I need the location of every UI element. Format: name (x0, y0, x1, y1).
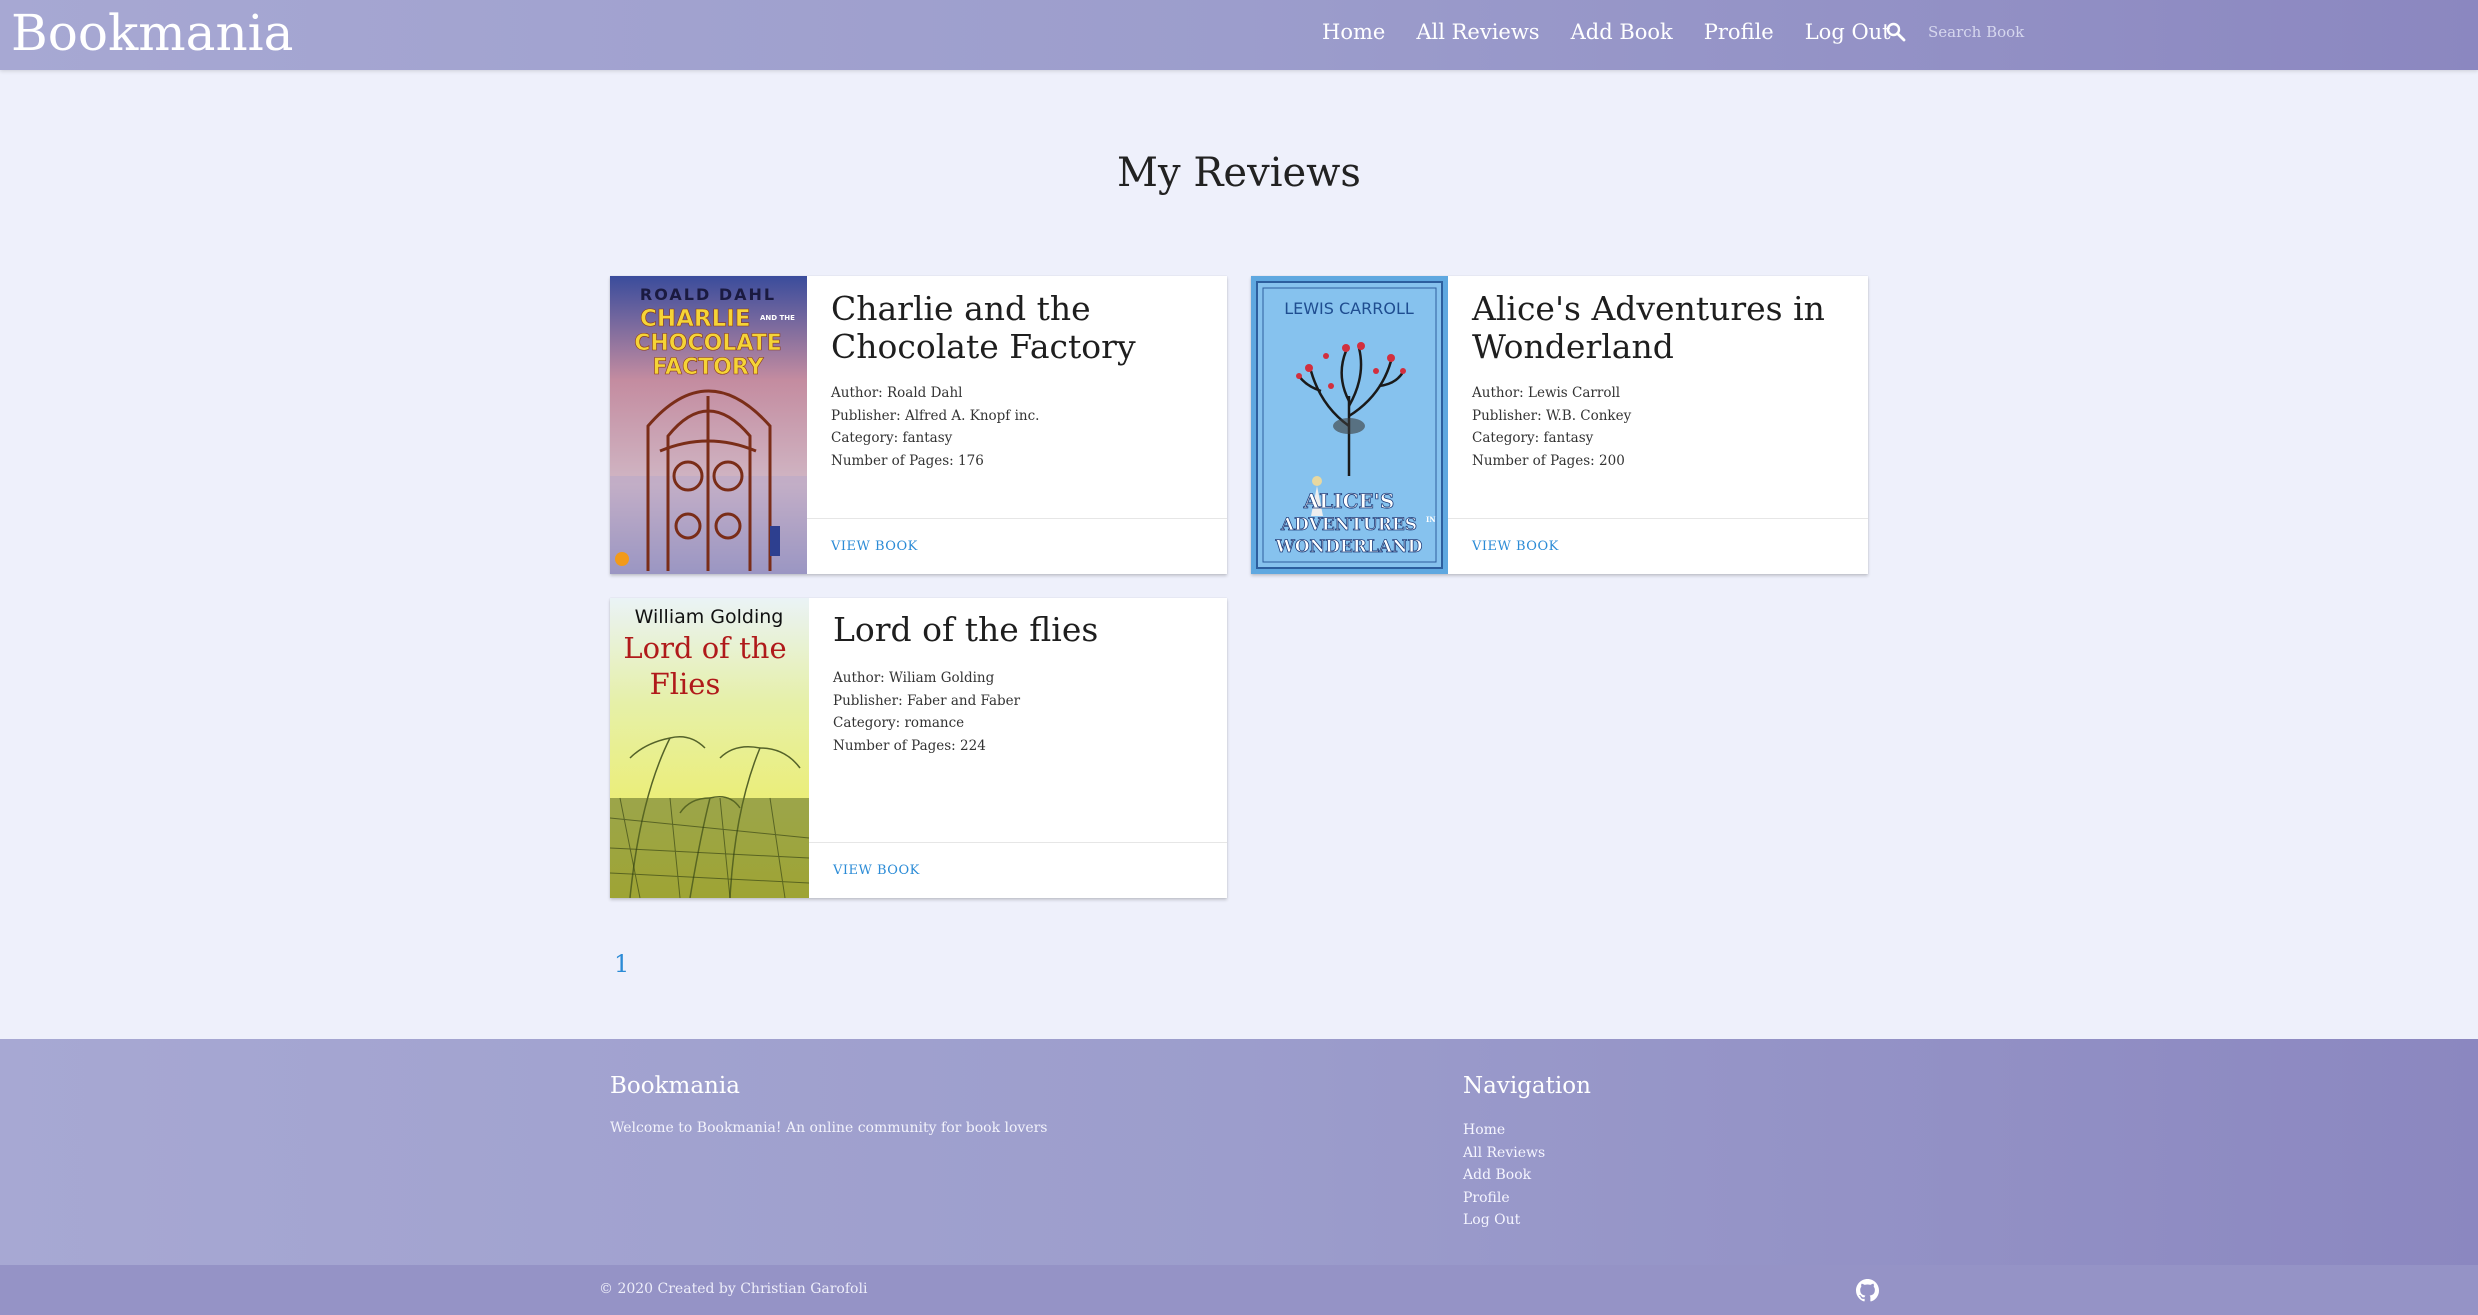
cover-author-text: ROALD DAHL (640, 285, 776, 304)
search-bar (1884, 20, 2080, 44)
view-book-link[interactable]: VIEW BOOK (1472, 539, 1559, 554)
cover-title-line: ALICE'S (1303, 489, 1395, 513)
footer-link-all-reviews[interactable]: All Reviews (1463, 1142, 1545, 1165)
card-content: Lord of the flies Author: Wiliam Golding… (809, 598, 1227, 898)
card-action-bar: VIEW BOOK (809, 842, 1227, 898)
footer-link-home[interactable]: Home (1463, 1119, 1545, 1142)
review-card: William Golding Lord of the Flies Lord o… (610, 598, 1227, 898)
book-title: Lord of the flies (833, 610, 1099, 649)
cover-title-line: WONDERLAND (1275, 537, 1423, 557)
nav-link-all-reviews[interactable]: All Reviews (1416, 0, 1539, 66)
book-meta: Author: Roald Dahl Publisher: Alfred A. … (831, 382, 1039, 472)
review-card: ROALD DAHL CHARLIE AND THE CHOCOLATE FAC… (610, 276, 1227, 574)
cover-title-line: Flies (650, 667, 721, 701)
nav-link-profile[interactable]: Profile (1704, 0, 1774, 66)
page-title: My Reviews (1117, 150, 1361, 196)
github-icon[interactable] (1856, 1279, 1879, 1302)
book-pages: Number of Pages: 200 (1472, 452, 1625, 469)
cover-small-text: AND THE (760, 314, 795, 322)
footer: Bookmania Welcome to Bookmania! An onlin… (0, 1039, 2478, 1265)
card-action-bar: VIEW BOOK (1448, 518, 1868, 574)
review-card: LEWIS CARROLL ALICE'S ADVENTURES IN WOND… (1251, 276, 1868, 574)
copyright-bar: © 2020 Created by Christian Garofoli (0, 1265, 2478, 1315)
book-cover-charlie[interactable]: ROALD DAHL CHARLIE AND THE CHOCOLATE FAC… (610, 276, 807, 574)
book-publisher: Publisher: W.B. Conkey (1472, 407, 1632, 424)
brand-logo[interactable]: Bookmania (11, 0, 293, 66)
nav-link-add-book[interactable]: Add Book (1571, 0, 1673, 66)
book-cover-lord-of-the-flies[interactable]: William Golding Lord of the Flies (610, 598, 809, 898)
footer-link-log-out[interactable]: Log Out (1463, 1209, 1545, 1232)
book-cover-image: LEWIS CARROLL ALICE'S ADVENTURES IN WOND… (1251, 276, 1448, 574)
book-author: Author: Wiliam Golding (833, 670, 995, 686)
book-publisher: Publisher: Faber and Faber (833, 692, 1021, 709)
footer-link-add-book[interactable]: Add Book (1463, 1164, 1545, 1187)
cover-title-line: ADVENTURES (1280, 515, 1417, 535)
footer-tagline: Welcome to Bookmania! An online communit… (610, 1120, 1048, 1136)
book-author: Author: Roald Dahl (831, 385, 963, 401)
nav-link-log-out[interactable]: Log Out (1805, 0, 1891, 66)
card-action-bar: VIEW BOOK (807, 518, 1227, 574)
footer-brand: Bookmania (610, 1073, 740, 1099)
search-icon[interactable] (1884, 20, 1908, 44)
nav-links: Home All Reviews Add Book Profile Log Ou… (1322, 0, 1922, 66)
cover-title-line: Lord of the (623, 631, 786, 665)
book-category: Category: fantasy (1472, 430, 1594, 446)
book-category: Category: romance (833, 715, 965, 731)
cover-author-text: LEWIS CARROLL (1284, 299, 1414, 318)
search-input[interactable] (1926, 22, 2080, 42)
book-title: Charlie and the Chocolate Factory (831, 289, 1136, 366)
book-cover-image: ROALD DAHL CHARLIE AND THE CHOCOLATE FAC… (610, 276, 807, 574)
card-content: Charlie and the Chocolate Factory Author… (807, 276, 1227, 574)
footer-links: Home All Reviews Add Book Profile Log Ou… (1463, 1119, 1545, 1232)
card-content: Alice's Adventures in Wonderland Author:… (1448, 276, 1868, 574)
book-cover-alice[interactable]: LEWIS CARROLL ALICE'S ADVENTURES IN WOND… (1251, 276, 1448, 574)
book-meta: Author: Wiliam Golding Publisher: Faber … (833, 667, 1020, 757)
book-title: Alice's Adventures in Wonderland (1472, 289, 1825, 366)
pagination-page-1[interactable]: 1 (614, 950, 629, 978)
book-meta: Author: Lewis Carroll Publisher: W.B. Co… (1472, 382, 1631, 472)
view-book-link[interactable]: VIEW BOOK (831, 539, 918, 554)
book-pages: Number of Pages: 176 (831, 452, 984, 469)
cover-author-text: William Golding (635, 606, 784, 628)
view-book-link[interactable]: VIEW BOOK (833, 863, 920, 878)
footer-nav-title: Navigation (1463, 1073, 1591, 1099)
cover-title-line: FACTORY (652, 355, 764, 380)
cover-title-line: CHARLIE (640, 306, 751, 332)
book-pages: Number of Pages: 224 (833, 737, 986, 754)
nav-link-home[interactable]: Home (1322, 0, 1385, 66)
copyright-text: © 2020 Created by Christian Garofoli (599, 1281, 868, 1297)
book-author: Author: Lewis Carroll (1472, 385, 1621, 401)
footer-link-profile[interactable]: Profile (1463, 1187, 1545, 1210)
book-category: Category: fantasy (831, 430, 953, 446)
book-cover-image: William Golding Lord of the Flies (610, 598, 809, 898)
cover-small-text: IN (1426, 515, 1436, 524)
top-navbar: Bookmania Home All Reviews Add Book Prof… (0, 0, 2478, 70)
cover-title-line: CHOCOLATE (634, 331, 781, 356)
book-publisher: Publisher: Alfred A. Knopf inc. (831, 407, 1040, 424)
